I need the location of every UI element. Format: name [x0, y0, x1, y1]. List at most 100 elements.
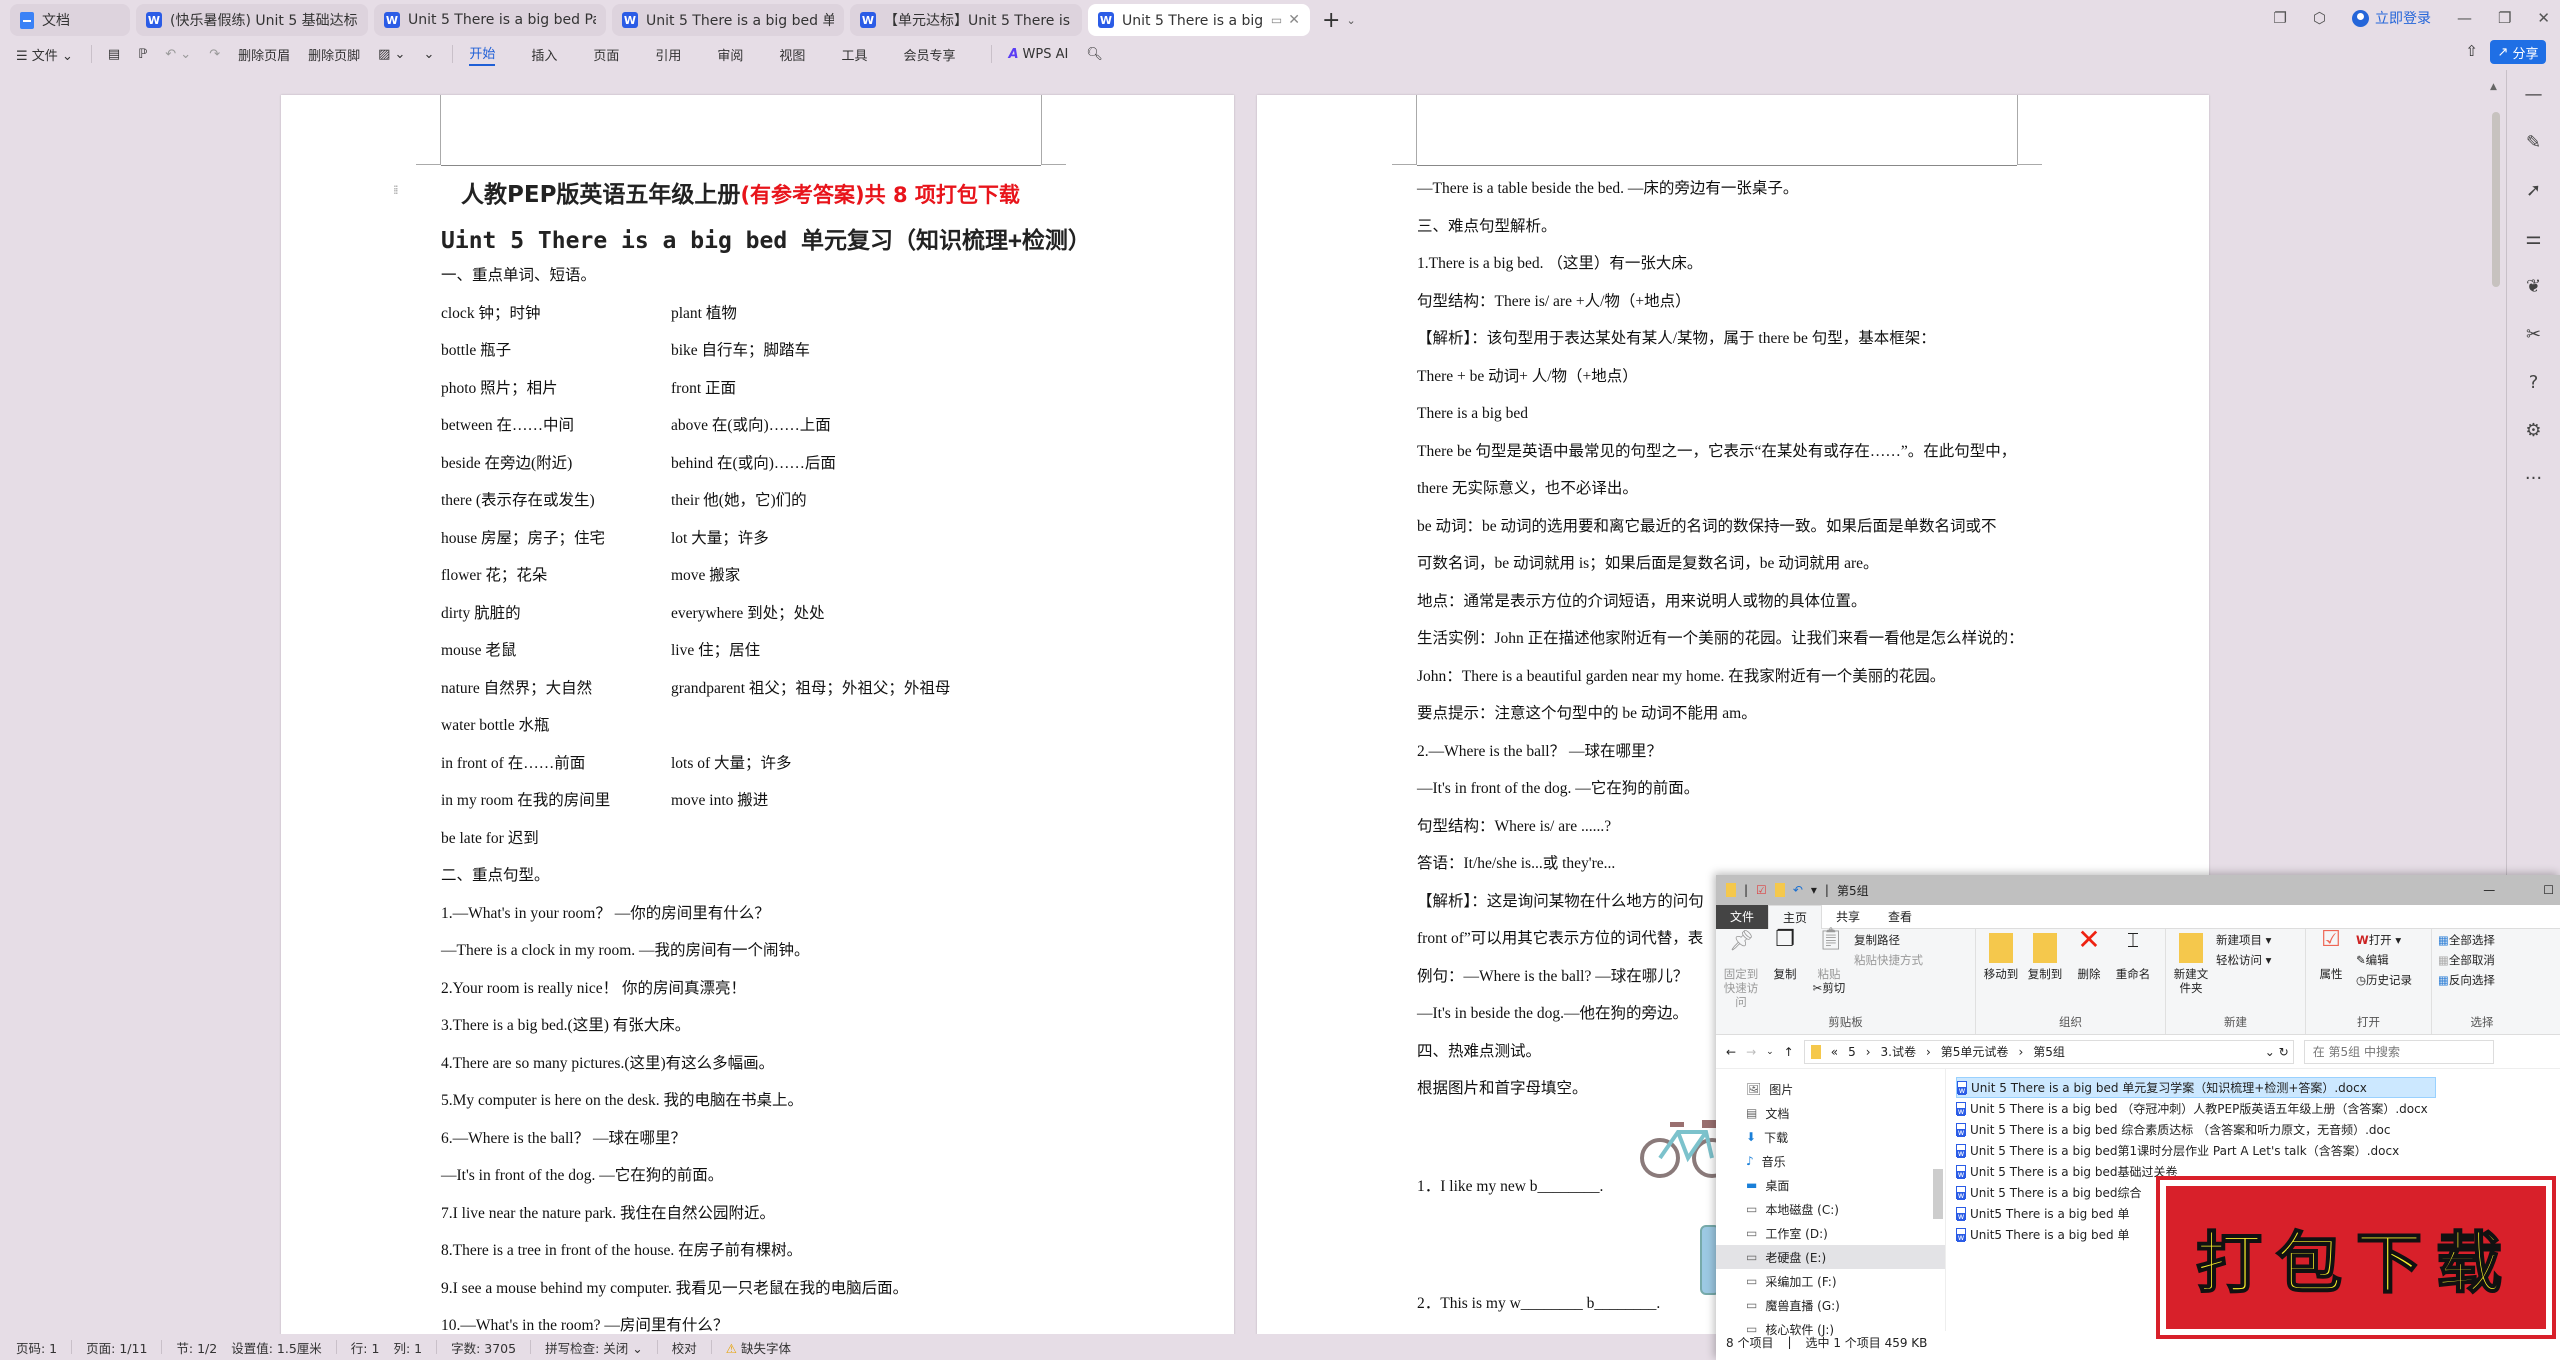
edit-button[interactable]: ✎编辑 — [2356, 953, 2412, 967]
missing-font-button[interactable]: ⚠ 缺失字体 — [726, 1338, 791, 1357]
up-icon[interactable]: ↑ — [1784, 1045, 1794, 1059]
nav-item[interactable]: ▭ 采编加工 (F:) — [1716, 1269, 1945, 1293]
vertical-scrollbar[interactable] — [2492, 112, 2500, 287]
border-icon[interactable]: ▨ ⌄ — [378, 47, 405, 62]
copy-path-button[interactable]: 复制路径 — [1854, 933, 1923, 947]
delete-footer-button[interactable]: 删除页脚 — [308, 45, 360, 64]
breadcrumb-item[interactable]: 3.试卷 — [1881, 1043, 1916, 1060]
breadcrumb-item[interactable]: 5 — [1848, 1045, 1856, 1059]
theme-icon[interactable]: ❦ — [2507, 262, 2560, 310]
menu-tools[interactable]: 工具 — [841, 45, 867, 64]
status-row[interactable]: 行: 1 — [351, 1338, 380, 1357]
status-setting[interactable]: 设置值: 1.5厘米 — [231, 1338, 322, 1357]
cloud-upload-icon[interactable]: ⇧ — [2465, 42, 2478, 60]
wps-ai-button[interactable]: A WPS AI — [1008, 47, 1068, 62]
minimize-icon[interactable]: — — [2457, 9, 2472, 27]
tab-document[interactable]: W【单元达标】Unit 5 There is a big b — [850, 4, 1082, 36]
drag-handle-icon[interactable]: ⁞⁞ — [393, 183, 398, 197]
address-dropdown-icon[interactable]: ⌄ ↻ — [2265, 1045, 2289, 1059]
select-all-button[interactable]: ▦全部选择 — [2438, 933, 2495, 947]
breadcrumb-item[interactable]: 第5单元试卷 — [1941, 1043, 2009, 1060]
save-icon[interactable]: ▤ — [108, 47, 120, 62]
sliders-icon[interactable]: ⚌ — [2507, 214, 2560, 262]
menu-view[interactable]: 视图 — [779, 45, 805, 64]
new-item-button[interactable]: 新建项目 ▾ — [2216, 933, 2271, 947]
login-button[interactable]: 立即登录 — [2351, 8, 2431, 28]
recent-dropdown-icon[interactable]: ⌄ — [1766, 1047, 1774, 1057]
menu-review[interactable]: 审阅 — [717, 45, 743, 64]
quick-access-dropdown-icon[interactable]: ▾ — [1811, 883, 1817, 897]
minimize-icon[interactable]: — — [2483, 883, 2495, 897]
tab-document[interactable]: WUnit 5 There is a big bed 单元专项 — [612, 4, 844, 36]
file-item[interactable]: Unit 5 There is a big bed基础过关卷 — [1956, 1161, 2560, 1182]
ribbon-tab-view[interactable]: 查看 — [1874, 905, 1926, 929]
document-page-1[interactable]: ⁞⁞ 人教PEP版英语五年级上册(有参考答案)共 8 项打包下载 Uint 5 … — [281, 95, 1234, 1335]
more-icon[interactable]: ··· — [2507, 454, 2560, 502]
nav-item[interactable]: ▭ 核心软件 (J:) — [1716, 1317, 1945, 1341]
redo-icon[interactable]: ↷ — [209, 47, 220, 62]
close-tab-icon[interactable]: ✕ — [1282, 12, 1300, 28]
file-item[interactable]: Unit 5 There is a big bed第1课时分层作业 Part A… — [1956, 1140, 2560, 1161]
proofread-button[interactable]: 校对 — [672, 1338, 697, 1357]
nav-item[interactable]: ▬ 桌面 — [1716, 1173, 1945, 1197]
restore-icon[interactable]: ❐ — [2498, 9, 2511, 27]
delete-header-button[interactable]: 删除页眉 — [238, 45, 290, 64]
breadcrumb-overflow[interactable]: « — [1831, 1045, 1838, 1059]
file-item[interactable]: Unit 5 There is a big bed 单元复习学案（知识梳理+检测… — [1956, 1077, 2436, 1098]
download-stamp-banner[interactable]: 打包下载 — [2156, 1176, 2556, 1339]
menu-insert[interactable]: 插入 — [531, 45, 557, 64]
nav-item[interactable]: ▭ 工作室 (D:) — [1716, 1221, 1945, 1245]
file-item[interactable]: Unit 5 There is a big bed 综合素质达标 （含答案和听力… — [1956, 1119, 2560, 1140]
nav-item[interactable]: ♪ 音乐 — [1716, 1149, 1945, 1173]
menu-reference[interactable]: 引用 — [655, 45, 681, 64]
scroll-up-icon[interactable]: ▲ — [2490, 82, 2497, 92]
tab-document[interactable]: WUnit 5 There is a big bed Part B l — [374, 4, 606, 36]
tab-document-active[interactable]: WUnit 5 There is a big bed 单▭✕ — [1088, 4, 1310, 36]
ribbon-tab-share[interactable]: 共享 — [1822, 905, 1874, 929]
undo-icon[interactable]: ↶ — [1793, 883, 1803, 897]
cursor-icon[interactable]: ➚ — [2507, 166, 2560, 214]
history-button[interactable]: ◷历史记录 — [2356, 973, 2412, 987]
menu-home[interactable]: 开始 — [469, 43, 496, 66]
format-painter-icon[interactable]: ℙ — [138, 47, 147, 62]
undo-icon[interactable]: ↶ ⌄ — [165, 47, 191, 62]
nav-item[interactable]: ⬇ 下载 — [1716, 1125, 1945, 1149]
select-none-button[interactable]: ▦全部取消 — [2438, 953, 2495, 967]
maximize-icon[interactable]: ☐ — [2543, 883, 2554, 897]
cut-button[interactable]: ✂剪切 — [1813, 981, 1846, 995]
window-layout-icon[interactable]: ❐ — [2273, 9, 2286, 27]
shirt-settings-icon[interactable]: ⚙ — [2507, 406, 2560, 454]
new-folder-quick-icon[interactable] — [1774, 883, 1785, 897]
open-button[interactable]: W打开 ▾ — [2356, 933, 2412, 947]
tools-icon[interactable]: ✂ — [2507, 310, 2560, 358]
menu-member[interactable]: 会员专享 — [903, 45, 955, 64]
share-button[interactable]: ↗ 分享 — [2490, 40, 2546, 64]
help-icon[interactable]: ? — [2507, 358, 2560, 406]
ribbon-tab-home[interactable]: 主页 — [1768, 904, 1823, 929]
status-page-number[interactable]: 页码: 1 — [16, 1338, 57, 1357]
explorer-search-input[interactable]: 在 第5组 中搜索 — [2303, 1039, 2494, 1064]
easy-access-button[interactable]: 轻松访问 ▾ — [2216, 953, 2271, 967]
tab-docs[interactable]: 文档 — [10, 4, 130, 36]
status-col[interactable]: 列: 1 — [393, 1338, 422, 1357]
tab-document[interactable]: W(快乐暑假练) Unit 5 基础达标卷 小 — [136, 4, 368, 36]
status-section[interactable]: 节: 1/2 — [176, 1338, 217, 1357]
search-icon[interactable]: 🔍︎ — [1086, 47, 1103, 62]
menu-page[interactable]: 页面 — [593, 45, 619, 64]
address-bar[interactable]: « 5 › 3.试卷 › 第5单元试卷 › 第5组 ⌄ ↻ — [1803, 1039, 2294, 1064]
nav-item[interactable]: ▭ 本地磁盘 (C:) — [1716, 1197, 1945, 1221]
nav-scrollbar[interactable] — [1933, 1169, 1943, 1219]
invert-selection-button[interactable]: ▦反向选择 — [2438, 973, 2495, 987]
back-icon[interactable]: ← — [1726, 1045, 1736, 1059]
nav-item[interactable]: ▤ 文档 — [1716, 1101, 1945, 1125]
file-menu[interactable]: ☰ 文件 ⌄ — [16, 45, 73, 64]
new-tab-button[interactable]: + — [1322, 8, 1340, 33]
more-chevron-icon[interactable]: ⌄ — [423, 47, 434, 62]
chevron-down-icon[interactable]: ⌄ — [1346, 14, 1355, 27]
ribbon-tab-file[interactable]: 文件 — [1716, 904, 1769, 929]
status-word-count[interactable]: 字数: 3705 — [451, 1338, 516, 1357]
cube-icon[interactable]: ⬡ — [2313, 9, 2326, 27]
file-item[interactable]: Unit 5 There is a big bed （夺冠冲刺）人教PEP版英语… — [1956, 1098, 2560, 1119]
pen-icon[interactable]: ✎ — [2507, 118, 2560, 166]
forward-icon[interactable]: → — [1746, 1045, 1756, 1059]
